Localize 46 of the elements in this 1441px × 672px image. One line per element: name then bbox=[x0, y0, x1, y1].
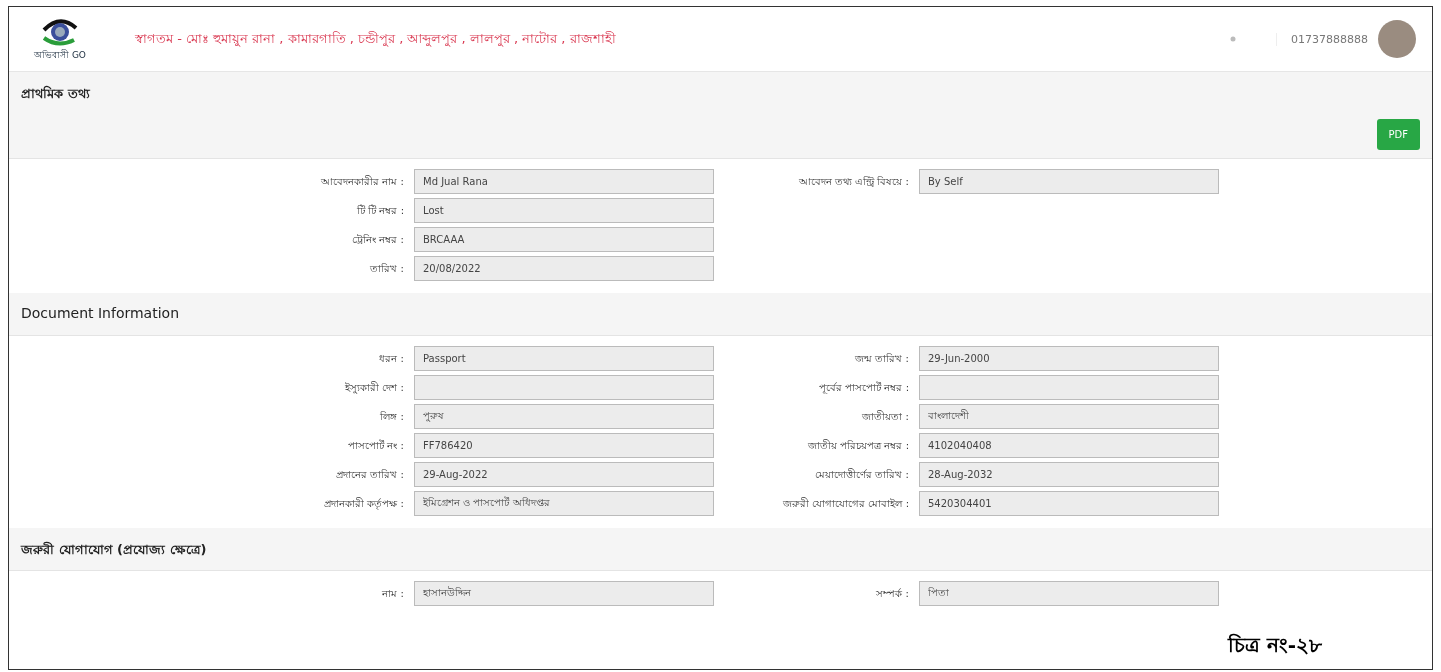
input-field[interactable]: পিতা bbox=[919, 581, 1219, 606]
input-field[interactable]: Md Jual Rana bbox=[414, 169, 714, 194]
field-label: পাসপোর্ট নং : bbox=[347, 438, 404, 453]
field-label: ট্রেনিং নম্বর : bbox=[351, 233, 404, 247]
input-field[interactable]: হাসানউদ্দিন bbox=[414, 581, 714, 606]
field-label: ধরন : bbox=[378, 352, 404, 366]
logo-text: অভিবাসী GO bbox=[34, 48, 86, 62]
section-title: Document Information bbox=[21, 305, 180, 321]
input-field[interactable]: By Self bbox=[919, 169, 1219, 194]
section-title: জরুরী যোগাযোগ (প্রযোজ্য ক্ষেত্রে) bbox=[21, 540, 207, 559]
welcome-text: স্বাগতম - মোঃ হুমায়ুন রানা , কামারগাতি , চন্ডীপুর , আব্দুলপুর , লালপুর , নাটোর , রাজশাহী bbox=[135, 29, 617, 49]
field-label: প্রদানকারী কর্তৃপক্ষ : bbox=[323, 496, 404, 512]
field-label: পূর্বের পাসপোর্ট নম্বর : bbox=[818, 380, 909, 396]
field-label: জাতীয়তা : bbox=[861, 409, 909, 424]
input-field[interactable]: Lost bbox=[414, 198, 714, 223]
input-field[interactable]: 29-Jun-2000 bbox=[919, 346, 1219, 371]
field-label: ইস্যুকারী দেশ : bbox=[344, 380, 404, 396]
field-label: আবেদন তথ্য এন্ট্রি বিষয়ে : bbox=[797, 175, 909, 189]
field-label: মেয়াদোত্তীর্ণের তারিখ : bbox=[814, 467, 909, 482]
menu-dot-icon[interactable] bbox=[1230, 36, 1236, 42]
input-field[interactable]: 4102040408 bbox=[919, 433, 1219, 458]
input-field[interactable]: BRCAAA bbox=[414, 227, 714, 252]
input-field[interactable]: 28-Aug-2032 bbox=[919, 462, 1219, 487]
field-label: টি টি নম্বর : bbox=[356, 203, 404, 218]
field-label: লিঙ্গ : bbox=[379, 410, 404, 424]
field-label: নাম : bbox=[381, 587, 404, 601]
field-label: জরুরী যোগাযোগের মোবাইল : bbox=[782, 496, 909, 511]
input-field[interactable]: 29-Aug-2022 bbox=[414, 462, 714, 487]
field-label: প্রদানের তারিখ : bbox=[335, 468, 404, 482]
field-label: জন্ম তারিখ : bbox=[854, 352, 909, 366]
input-field[interactable]: Passport bbox=[414, 346, 714, 371]
input-field[interactable]: FF786420 bbox=[414, 433, 714, 458]
avatar[interactable] bbox=[1378, 20, 1416, 58]
section-title: প্রাথমিক তথ্য bbox=[21, 84, 90, 103]
input-field[interactable]: ইমিগ্রেশন ও পাসপোর্ট অধিদপ্তর bbox=[414, 491, 714, 516]
field-label: জাতীয় পরিচয়পত্র নম্বর : bbox=[807, 438, 909, 453]
input-field[interactable]: বাংলাদেশী bbox=[919, 404, 1219, 429]
field-label: আবেদনকারীর নাম : bbox=[320, 174, 404, 189]
input-field[interactable]: পুরুষ bbox=[414, 404, 714, 429]
input-field[interactable] bbox=[414, 375, 714, 400]
input-field[interactable]: 20/08/2022 bbox=[414, 256, 714, 281]
input-field[interactable] bbox=[919, 375, 1219, 400]
input-field[interactable]: 5420304401 bbox=[919, 491, 1219, 516]
field-label: সম্পর্ক : bbox=[875, 587, 909, 601]
user-phone[interactable]: 01737888888 bbox=[1276, 32, 1368, 46]
field-label: তারিখ : bbox=[369, 262, 404, 276]
